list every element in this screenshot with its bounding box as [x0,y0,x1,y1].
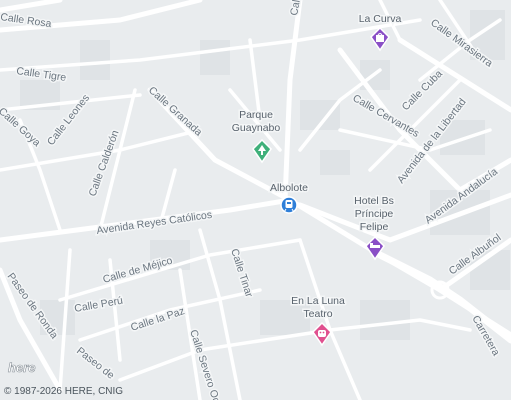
poi-teatro-label-line1: En La Luna [291,295,345,307]
svg-text:here: here [8,360,35,375]
poi-parque-label-line2: Guaynabo [232,122,281,134]
poi-hotel-label-line1: Hotel Bs [354,195,394,207]
copyright-notice[interactable]: © 1987-2026 HERE, CNIG [4,386,123,397]
poi-la-curva-label: La Curva [359,13,402,25]
poi-albolote-label: Albolote [270,182,308,194]
poi-parque-label-line1: Parque [239,109,273,121]
here-logo: here [8,360,36,376]
map-view[interactable]: Calle Rosa Calle Tigre Calle Leones Call… [0,0,511,400]
poi-hotel-label-line3: Felipe [360,221,389,233]
copyright-text: © 1987-2026 HERE, CNIG [4,386,124,397]
poi-hotel-label-line2: Príncipe [355,208,394,220]
train-icon [280,196,298,214]
poi-teatro-label-line2: Teatro [303,308,332,320]
map-canvas[interactable]: Calle Rosa Calle Tigre Calle Leones Call… [0,0,511,400]
